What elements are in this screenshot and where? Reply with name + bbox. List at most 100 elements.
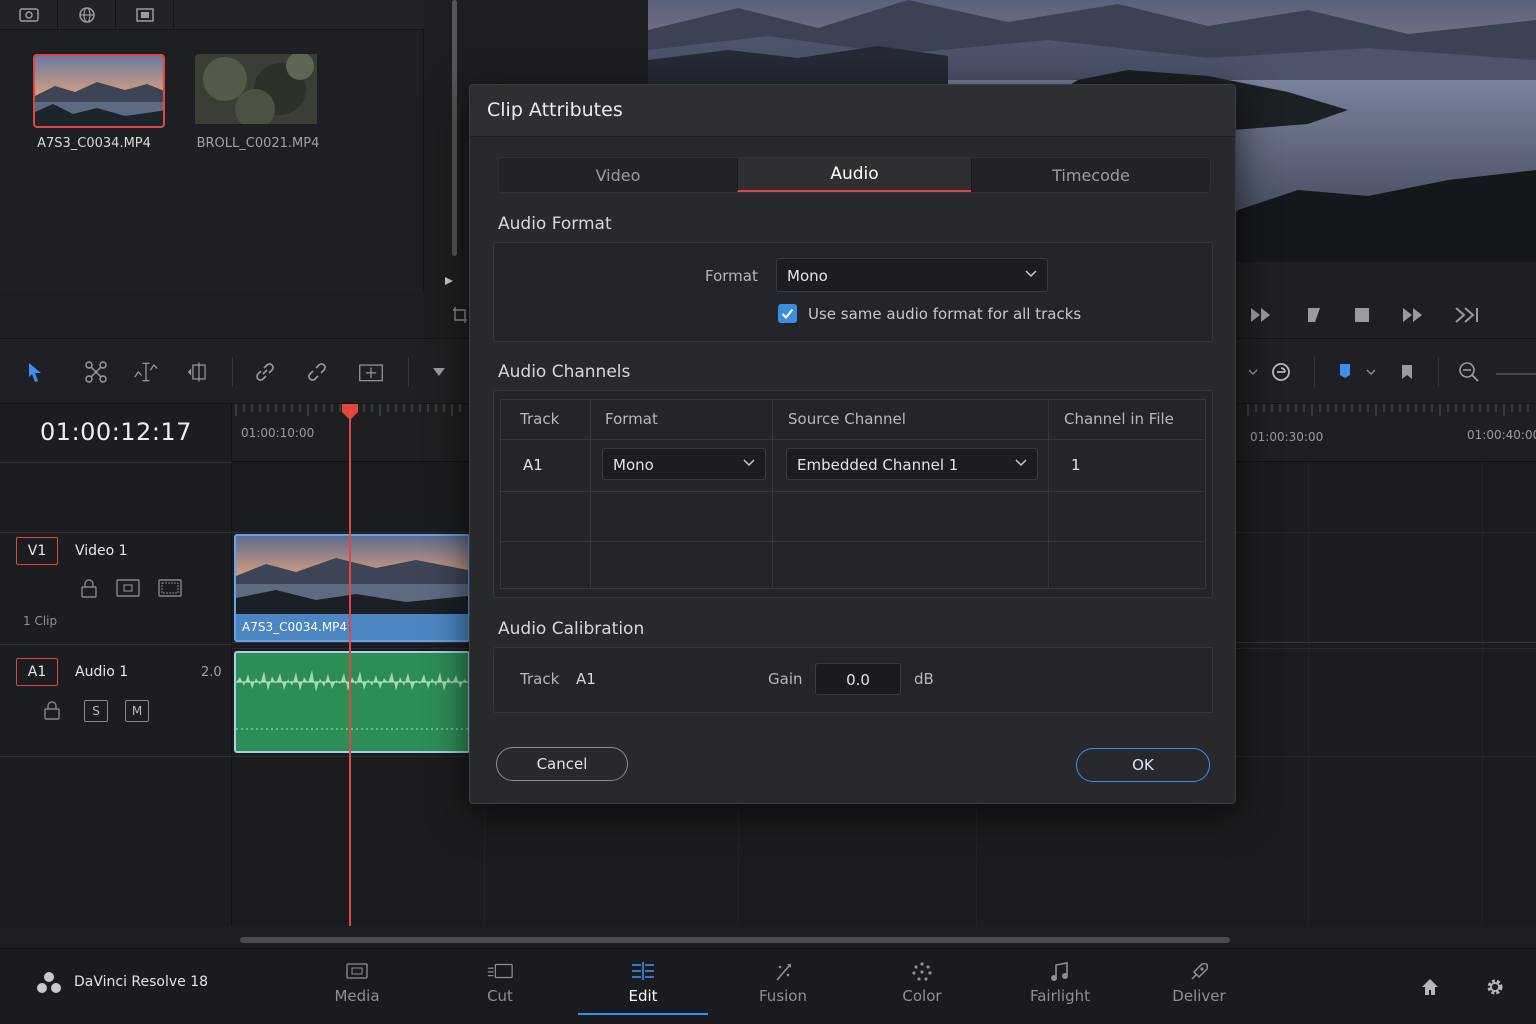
dropdown-arrow-icon[interactable] [426,359,452,385]
chevron-down-icon [743,459,755,467]
timeline-timecode: 01:00:12:17 [40,418,192,446]
gain-input[interactable]: 0.0 [815,663,901,695]
same-format-label[interactable]: Use same audio format for all tracks [808,305,1081,323]
globe-icon[interactable] [58,0,116,30]
play-small-icon[interactable] [444,276,454,286]
stop-icon[interactable] [1354,307,1370,323]
cancel-button[interactable]: Cancel [496,747,628,781]
column-header-channel-in-file: Channel in File [1064,410,1174,428]
audio-format-panel: Format Mono Use same audio format for al… [493,242,1213,342]
insert-clip-icon[interactable] [358,359,384,385]
snapping-icon[interactable] [1268,359,1294,385]
chevron-down-icon[interactable] [1240,359,1266,385]
row-source-channel-dropdown[interactable]: Embedded Channel 1 [786,448,1038,480]
ruler-label: 01:00:40:00 [1467,428,1536,442]
skip-end-icon[interactable] [1454,306,1482,324]
media-pool-scrollbar[interactable] [452,0,457,256]
row-channel-in-file[interactable]: 1 [1071,456,1081,474]
calibration-track-value: A1 [576,670,596,688]
viewer-mode-icon[interactable] [0,0,58,30]
audio-calibration-panel: Track A1 Gain 0.0 dB [493,647,1213,713]
page-tab-fairlight[interactable]: Fairlight [995,949,1125,1024]
media-pool-toolbar [0,0,424,30]
fairlight-icon [1046,961,1074,983]
section-title-audio-channels: Audio Channels [498,362,631,382]
track-output-icon[interactable] [158,578,182,598]
page-tab-label: Media [334,987,380,1005]
playhead[interactable] [349,404,351,926]
media-pool: A7S3_C0034.MP4 BROLL_C0021.MP4 [0,0,424,292]
same-format-checkbox[interactable] [778,304,797,323]
dynamic-trim-icon[interactable] [133,359,159,385]
dialog-title: Clip Attributes [487,99,623,121]
playhead-handle[interactable] [340,404,360,420]
ruler-label: 01:00:30:00 [1250,430,1324,444]
zoom-slider[interactable] [1496,373,1536,375]
trim-tool-icon[interactable] [83,359,109,385]
format-dropdown-value: Mono [787,267,828,285]
flag-icon[interactable] [1332,359,1358,385]
row-format-dropdown[interactable]: Mono [602,448,766,480]
auto-select-icon[interactable] [116,578,140,598]
zoom-out-icon[interactable] [1456,359,1482,385]
viewer-transport-bar [1236,262,1536,338]
crop-icon[interactable] [452,306,468,324]
lock-icon[interactable] [43,700,61,720]
cut-icon [486,961,514,983]
track-tag-v1[interactable]: V1 [16,537,58,565]
dialog-tabs: Video Audio Timecode [498,157,1211,193]
column-header-track: Track [520,410,560,428]
clip-thumbnail-broll[interactable] [195,54,327,128]
page-tab-deliver[interactable]: Deliver [1134,949,1264,1024]
fast-reverse-icon[interactable] [1250,306,1272,324]
solo-button[interactable]: S [84,700,108,722]
row-source-channel-value: Embedded Channel 1 [797,456,959,474]
clip-thumbnail-a7s3[interactable] [33,54,165,128]
selection-tool-icon[interactable] [22,359,48,385]
stop-left-icon[interactable] [1306,306,1322,324]
link-icon[interactable] [252,359,278,385]
format-dropdown[interactable]: Mono [776,258,1048,292]
audio-clip[interactable] [234,651,470,753]
tab-audio[interactable]: Audio [737,158,971,192]
row-format-value: Mono [613,456,654,474]
page-tab-label: Fusion [759,987,807,1005]
blade-tool-icon[interactable] [186,359,212,385]
video-clip[interactable]: A7S3_C0034.MP4 [234,534,470,642]
media-icon [343,961,371,983]
section-title-audio-calibration: Audio Calibration [498,619,645,639]
page-tab-color[interactable]: Color [857,949,987,1024]
video-clip-label: A7S3_C0034.MP4 [236,614,468,640]
mute-button[interactable]: M [125,700,149,722]
fast-forward-icon[interactable] [1402,306,1424,324]
page-tab-edit[interactable]: Edit [578,949,708,1024]
unlink-icon[interactable] [304,359,330,385]
page-tab-cut[interactable]: Cut [435,949,565,1024]
track-tag-a1[interactable]: A1 [16,658,58,686]
tab-video[interactable]: Video [499,158,737,192]
deliver-icon [1185,961,1213,983]
audio-channels-panel: Track Format Source Channel Channel in F… [493,390,1213,598]
gear-icon[interactable] [1484,976,1506,998]
clip-view-icon[interactable] [116,0,174,30]
page-tab-media[interactable]: Media [292,949,422,1024]
clip-attributes-dialog: Clip Attributes Video Audio Timecode Aud… [469,84,1236,804]
page-tab-fusion[interactable]: Fusion [718,949,848,1024]
ok-button[interactable]: OK [1076,748,1210,782]
marker-icon[interactable] [1394,359,1420,385]
chevron-down-icon[interactable] [1358,359,1384,385]
page-tab-label: Deliver [1172,987,1226,1005]
tab-timecode[interactable]: Timecode [971,158,1210,192]
clip-name-broll: BROLL_C0021.MP4 [196,136,320,151]
track-name-video1: Video 1 [75,543,128,559]
column-header-source-channel: Source Channel [788,410,906,428]
lock-icon[interactable] [80,578,98,598]
timeline-scrollbar[interactable] [240,937,1230,943]
calibration-track-label: Track [520,670,560,688]
track-channels: 2.0 [201,665,222,680]
chevron-down-icon [1015,459,1027,467]
format-label: Format [705,267,758,285]
gain-unit: dB [914,670,934,688]
home-icon[interactable] [1420,977,1440,997]
edit-icon [629,961,657,983]
